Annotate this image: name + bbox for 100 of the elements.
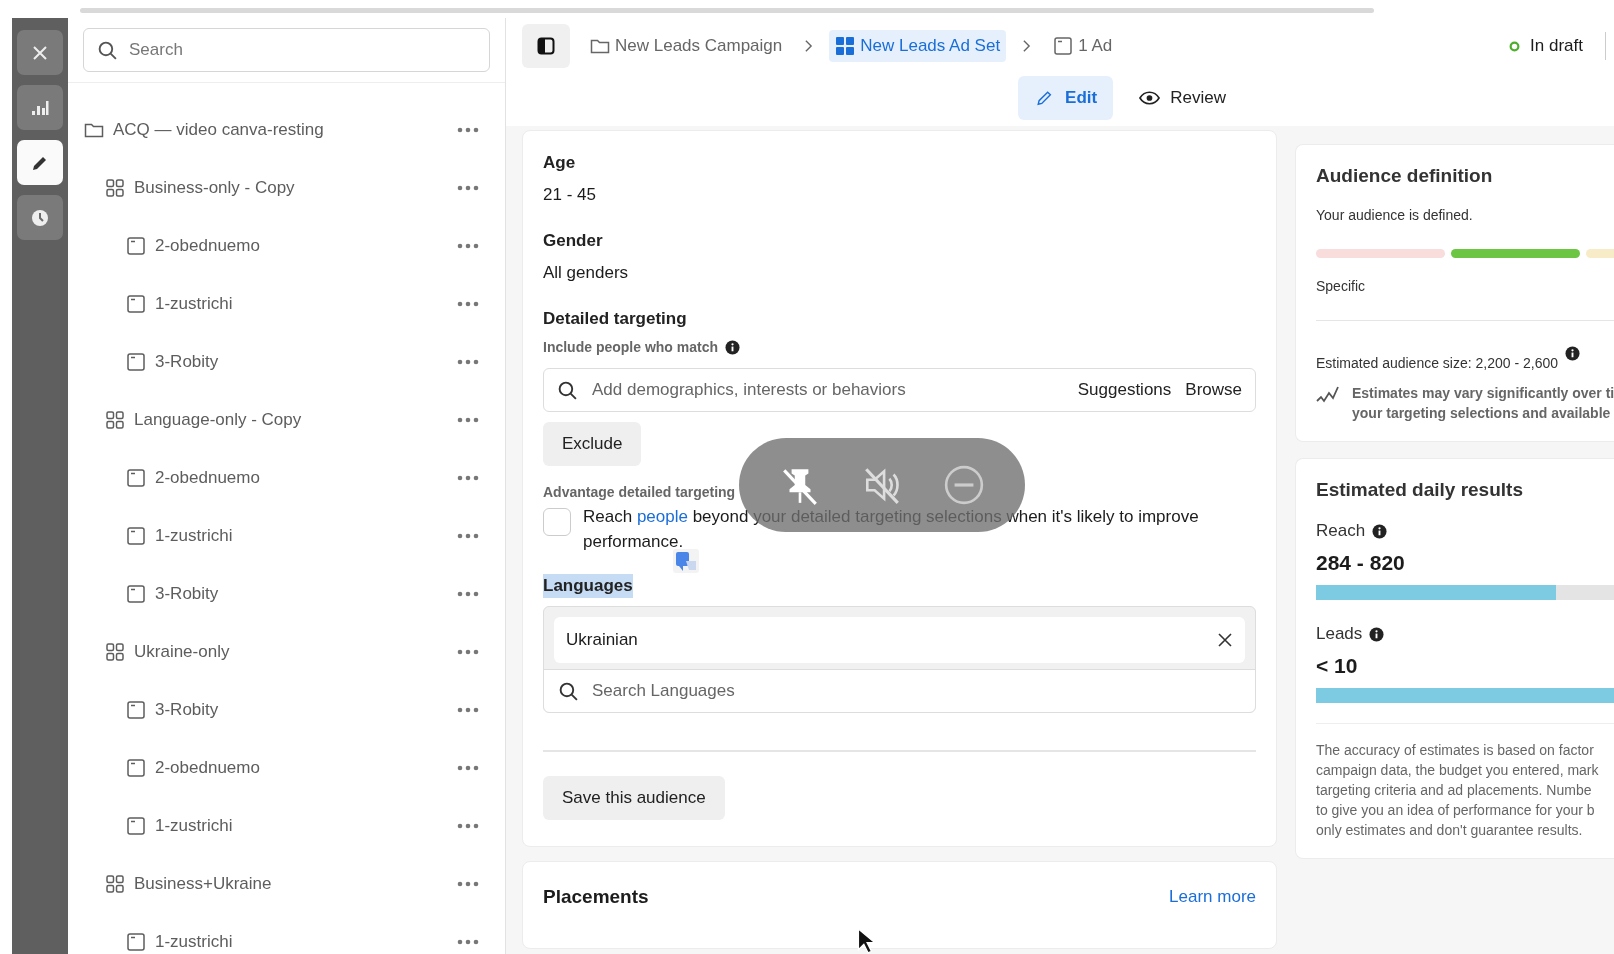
chevron-icon: [1022, 39, 1032, 53]
clock-icon: [30, 207, 50, 228]
tree-item[interactable]: Business-only - Copy: [68, 159, 505, 217]
more-icon[interactable]: [457, 301, 479, 307]
tree-item[interactable]: 1-zustrichi: [68, 507, 505, 565]
language-name: Ukrainian: [566, 630, 638, 650]
disclaimer-text: The accuracy of estimates is based on factor campaign data, the budget you entered, mark targeting criteria and ad placements. Numbe to give you an idea of performance for your b only estimates and don't guarantee results.: [1316, 742, 1599, 838]
eye-icon: [1139, 89, 1161, 107]
field-label: Gender: [543, 231, 604, 251]
card-title: Estimated daily results: [1316, 479, 1523, 501]
ad-icon: [126, 584, 146, 604]
breadcrumb[interactable]: New Leads Ad Set: [829, 30, 1007, 62]
meter-label: Specific: [1316, 278, 1366, 294]
tree-item[interactable]: Language-only - Copy: [68, 391, 505, 449]
tree-item[interactable]: 3-Robity: [68, 681, 505, 739]
more-icon[interactable]: [457, 533, 479, 539]
ad-icon: [126, 236, 146, 256]
ad-icon: [1053, 36, 1074, 56]
status-label: In draft: [1530, 36, 1583, 56]
tree-item[interactable]: 3-Robity: [68, 565, 505, 623]
ad-icon: [126, 700, 146, 720]
search-icon: [97, 40, 118, 61]
more-icon[interactable]: [457, 823, 479, 829]
more-icon[interactable]: [457, 765, 479, 771]
ad-icon: [126, 932, 146, 952]
section-title: Languages: [543, 574, 633, 598]
ad-icon: [126, 526, 146, 546]
estimate-note: Estimates may vary significantly over ti your targeting selections and available: [1352, 384, 1614, 423]
tree-item[interactable]: 3-Robity: [68, 333, 505, 391]
scrollbar[interactable]: [80, 8, 1374, 13]
metric-label: Reach: [1316, 521, 1366, 541]
field-label: Age: [543, 153, 577, 173]
more-icon[interactable]: [457, 185, 479, 191]
grid-icon: [105, 874, 125, 894]
field-value: 21 - 45: [543, 185, 596, 205]
ad-icon: [126, 352, 146, 372]
panel-toggle-button[interactable]: [522, 24, 570, 68]
ad-icon: [126, 758, 146, 778]
card-title: Audience definition: [1316, 165, 1493, 187]
more-icon[interactable]: [457, 881, 479, 887]
metric-value: 284 - 820: [1316, 551, 1405, 575]
audience-size: Estimated audience size: 2,200 - 2,600: [1316, 355, 1559, 371]
more-icon[interactable]: [457, 359, 479, 365]
tree-item[interactable]: 1-zustrichi: [68, 275, 505, 333]
view-tab[interactable]: Edit: [1018, 76, 1114, 120]
section-subtitle: Advantage detailed targeting: [543, 484, 736, 500]
targeting-link[interactable]: Browse: [1185, 380, 1242, 400]
rail-button[interactable]: [17, 140, 63, 185]
section-title: Detailed targeting: [543, 309, 687, 329]
info-icon: [1369, 626, 1385, 642]
tree-item[interactable]: 2-obednuemo: [68, 217, 505, 275]
metric-value: < 10: [1316, 654, 1358, 678]
tree-item[interactable]: Business+Ukraine: [68, 855, 505, 913]
sidebar-icon: [536, 36, 556, 56]
search-icon: [557, 380, 578, 401]
targeting-link[interactable]: Suggestions: [1077, 380, 1172, 400]
grid-icon: [105, 410, 125, 430]
more-icon[interactable]: [457, 707, 479, 713]
grid-icon: [105, 178, 125, 198]
tree-item[interactable]: 1-zustrichi: [68, 797, 505, 855]
view-tab[interactable]: Review: [1123, 76, 1242, 120]
breadcrumb[interactable]: 1 Ad: [1047, 30, 1119, 62]
translate-icon[interactable]: [673, 549, 699, 573]
info-icon: [1372, 523, 1388, 539]
learn-more-link[interactable]: Learn more: [1169, 887, 1256, 907]
more-icon[interactable]: [457, 591, 479, 597]
chevron-icon: [804, 39, 814, 53]
ad-icon: [126, 294, 146, 314]
tree-item[interactable]: 2-obednuemo: [68, 449, 505, 507]
audience-status: Your audience is defined.: [1316, 207, 1473, 223]
ad-icon: [126, 816, 146, 836]
more-icon[interactable]: [457, 127, 479, 133]
exclude-button[interactable]: Exclude: [543, 422, 642, 466]
search-field[interactable]: Search: [83, 28, 490, 72]
more-icon[interactable]: [457, 649, 479, 655]
grid-icon: [105, 642, 125, 662]
more-icon[interactable]: [457, 417, 479, 423]
ad-icon: [126, 468, 146, 488]
checkbox[interactable]: [543, 508, 571, 536]
tree-item[interactable]: Ukraine-only: [68, 623, 505, 681]
info-icon: [1565, 345, 1581, 361]
metric-label: Leads: [1316, 624, 1363, 644]
status-dot-icon: [1509, 40, 1521, 52]
tree-item[interactable]: ACQ — video canva-resting: [68, 101, 505, 159]
more-icon[interactable]: [457, 939, 479, 945]
more-icon[interactable]: [457, 475, 479, 481]
more-icon[interactable]: [457, 243, 479, 249]
breadcrumb[interactable]: New Leads Campaign: [584, 30, 789, 62]
language-search-field[interactable]: Search Languages: [544, 669, 1255, 712]
close-icon[interactable]: [1217, 632, 1233, 648]
section-subtitle: Include people who match: [543, 339, 719, 355]
info-icon: [725, 339, 741, 355]
trend-line-icon: [1316, 385, 1340, 405]
tree-item[interactable]: 1-zustrichi: [68, 913, 505, 954]
field-value: All genders: [543, 263, 629, 283]
people-link[interactable]: people: [636, 507, 688, 526]
grid-icon: [835, 36, 856, 56]
save-audience-button[interactable]: Save this audience: [543, 776, 725, 820]
section-title: Placements: [543, 886, 649, 908]
tree-item[interactable]: 2-obednuemo: [68, 739, 505, 797]
